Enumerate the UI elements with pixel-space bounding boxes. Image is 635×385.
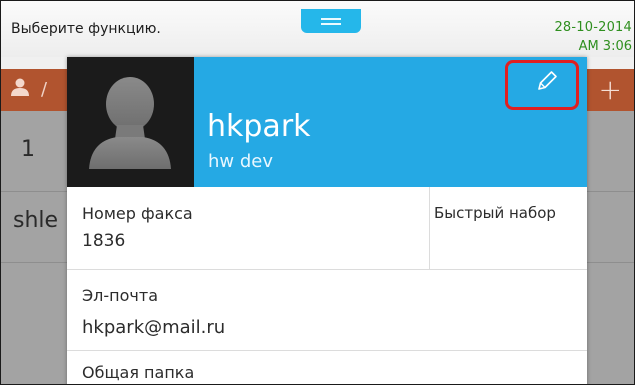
contact-name: hkpark <box>207 109 311 144</box>
speed-dial-label: Быстрый набор <box>434 204 556 222</box>
shared-folder-label: Общая папка <box>82 363 195 382</box>
fax-number-value: 1836 <box>82 231 126 251</box>
email-value: hkpark@mail.ru <box>82 317 226 338</box>
person-icon <box>10 77 30 102</box>
speed-dial-section: Быстрый набор <box>430 187 587 270</box>
list-header-divider: / <box>41 79 48 100</box>
fax-number-label: Номер факса <box>82 204 193 223</box>
drag-handle-icon[interactable] <box>301 9 361 33</box>
email-label: Эл-почта <box>82 286 158 305</box>
list-item-text: 1 <box>21 137 35 162</box>
fax-number-section: Номер факса 1836 <box>67 187 430 270</box>
contact-detail-card: hkpark hw dev Номер факса 1836 Быстрый н… <box>67 57 587 384</box>
contact-department: hw dev <box>208 151 274 172</box>
status-time: AM 3:06 <box>578 39 632 54</box>
add-icon[interactable]: + <box>599 73 622 106</box>
person-silhouette-icon <box>89 77 171 169</box>
avatar <box>67 57 194 187</box>
status-date: 28-10-2014 <box>554 20 632 35</box>
email-section: Эл-почта hkpark@mail.ru <box>67 270 587 351</box>
status-bar: Выберите функцию. 28-10-2014 AM 3:06 <box>1 1 634 57</box>
list-item-text: shle <box>13 208 59 233</box>
pencil-icon[interactable] <box>535 69 559 93</box>
shared-folder-section: Общая папка <box>67 351 587 384</box>
device-screen: Выберите функцию. 28-10-2014 AM 3:06 / +… <box>0 0 635 385</box>
status-prompt: Выберите функцию. <box>11 21 161 37</box>
contact-header: hkpark hw dev <box>67 57 587 187</box>
